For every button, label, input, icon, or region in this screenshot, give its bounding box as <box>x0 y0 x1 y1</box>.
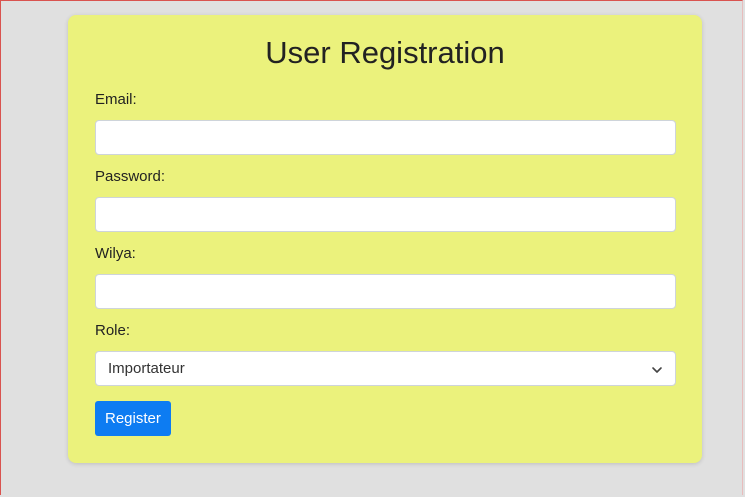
password-label: Password: <box>95 168 166 185</box>
role-label: Role: <box>95 322 131 339</box>
role-select[interactable]: Importateur <box>95 351 676 386</box>
password-field[interactable] <box>95 197 676 232</box>
email-field[interactable] <box>95 120 676 155</box>
wilya-label: Wilya: <box>95 245 136 262</box>
email-label: Email: <box>95 91 137 108</box>
register-button[interactable]: Register <box>95 401 171 436</box>
registration-card: User Registration Email: Password: Wilya… <box>68 15 702 463</box>
page-title: User Registration <box>265 35 505 70</box>
chevron-down-icon <box>651 363 663 375</box>
role-select-value: Importateur <box>108 360 185 377</box>
wilya-field[interactable] <box>95 274 676 309</box>
